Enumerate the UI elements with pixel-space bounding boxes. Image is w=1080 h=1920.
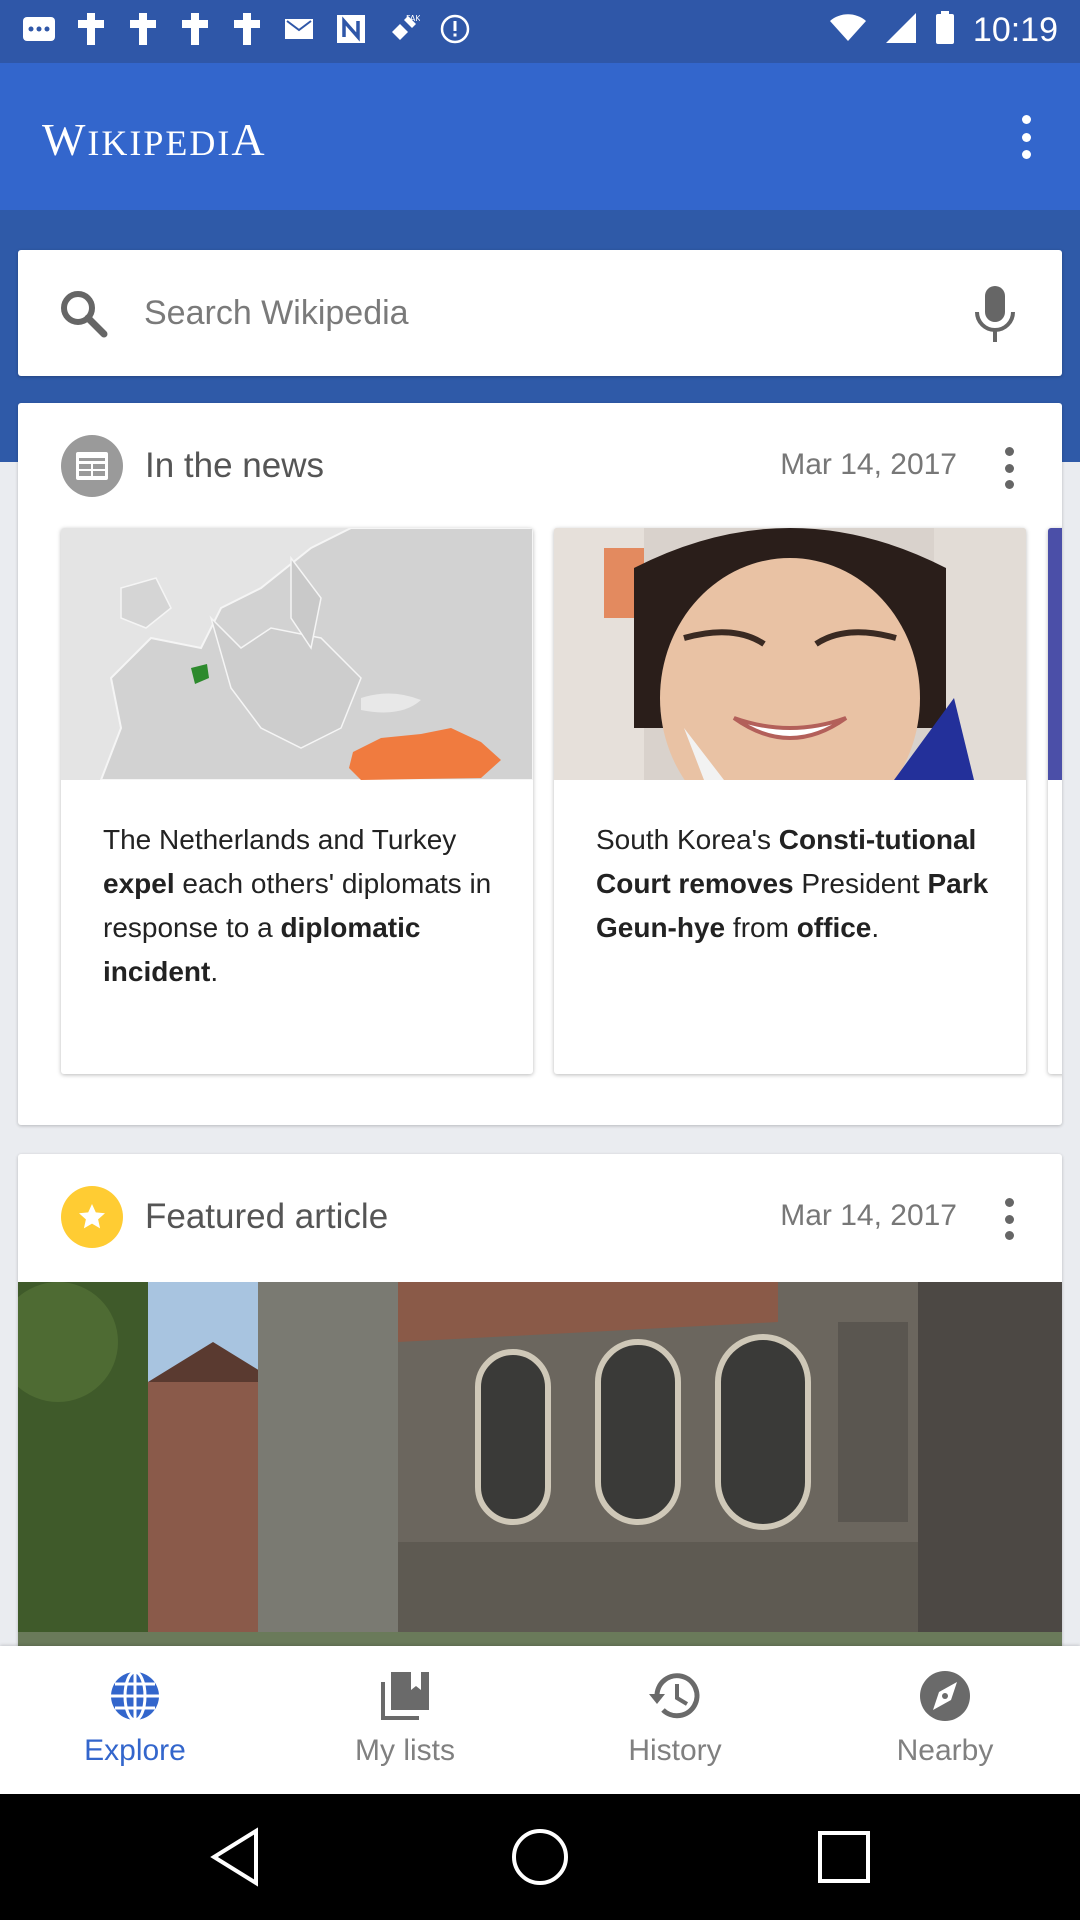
news-story-text: The Netherlands and Turkey expel each ot… xyxy=(103,824,492,987)
nav-label: My lists xyxy=(355,1734,455,1767)
app-bar: WIKIPEDIA xyxy=(0,63,1080,210)
card-header: Featured article Mar 14, 2017 xyxy=(18,1154,1062,1281)
mail-icon xyxy=(282,12,316,46)
recent-apps-button[interactable] xyxy=(812,1825,876,1889)
microphone-icon[interactable] xyxy=(972,284,1018,344)
nav-label: Nearby xyxy=(896,1734,994,1767)
overflow-menu-button[interactable] xyxy=(1006,109,1046,165)
nav-explore[interactable]: Explore xyxy=(0,1646,270,1794)
nav-label: Explore xyxy=(84,1734,186,1767)
system-status: 10:19 xyxy=(829,10,1058,50)
calendar-icon xyxy=(61,435,123,497)
clock: 10:19 xyxy=(972,11,1058,49)
home-button[interactable] xyxy=(508,1825,572,1889)
church-photo xyxy=(18,1282,1062,1654)
nav-label: History xyxy=(628,1734,722,1767)
wikipedia-logo: WIKIPEDIA xyxy=(42,114,267,165)
battery-icon xyxy=(935,10,955,50)
nav-nearby[interactable]: Nearby xyxy=(810,1646,1080,1794)
news-icon xyxy=(334,12,368,46)
status-bar: FAKE 10:19 xyxy=(0,0,1080,63)
cross-icon xyxy=(178,12,212,46)
cross-icon xyxy=(126,12,160,46)
card-title: In the news xyxy=(145,446,324,485)
card-title: Featured article xyxy=(145,1197,389,1236)
europe-map-image xyxy=(61,528,533,780)
portrait-photo xyxy=(554,528,1026,780)
in-the-news-card: In the news Mar 14, 2017 The Netherlands… xyxy=(18,403,1062,1125)
featured-article-card[interactable]: Featured article Mar 14, 2017 xyxy=(18,1154,1062,1654)
search-input[interactable] xyxy=(144,278,944,348)
cross-icon xyxy=(230,12,264,46)
nav-history[interactable]: History xyxy=(540,1646,810,1794)
message-icon xyxy=(22,12,56,46)
lists-icon xyxy=(381,1672,429,1720)
bottom-navigation: Explore My lists History Nearby xyxy=(0,1646,1080,1794)
system-navigation-bar xyxy=(0,1794,1080,1920)
search-icon xyxy=(61,291,108,338)
info-icon xyxy=(438,12,472,46)
star-icon xyxy=(61,1186,123,1248)
cross-icon xyxy=(74,12,108,46)
card-header: In the news Mar 14, 2017 xyxy=(18,403,1062,530)
back-button[interactable] xyxy=(204,1825,268,1889)
news-story-card[interactable] xyxy=(1048,528,1062,1074)
news-story-card[interactable]: South Korea's Consti-tutional Court remo… xyxy=(554,528,1026,1074)
news-story-text: South Korea's Consti-tutional Court remo… xyxy=(596,824,989,943)
search-bar[interactable] xyxy=(18,250,1062,376)
card-menu-button[interactable] xyxy=(994,1194,1024,1244)
globe-icon xyxy=(111,1670,159,1722)
signal-icon xyxy=(885,12,917,49)
compass-icon xyxy=(920,1671,970,1721)
story-image xyxy=(1048,528,1062,780)
card-date: Mar 14, 2017 xyxy=(780,1199,957,1232)
svg-text:FAKE: FAKE xyxy=(406,14,420,23)
fake-gps-icon: FAKE xyxy=(386,12,420,46)
notification-icons: FAKE xyxy=(22,12,472,46)
wifi-icon xyxy=(829,13,867,48)
news-story-card[interactable]: The Netherlands and Turkey expel each ot… xyxy=(61,528,533,1074)
card-menu-button[interactable] xyxy=(994,443,1024,493)
nav-my-lists[interactable]: My lists xyxy=(270,1646,540,1794)
history-icon xyxy=(649,1673,700,1719)
card-date: Mar 14, 2017 xyxy=(780,448,957,481)
